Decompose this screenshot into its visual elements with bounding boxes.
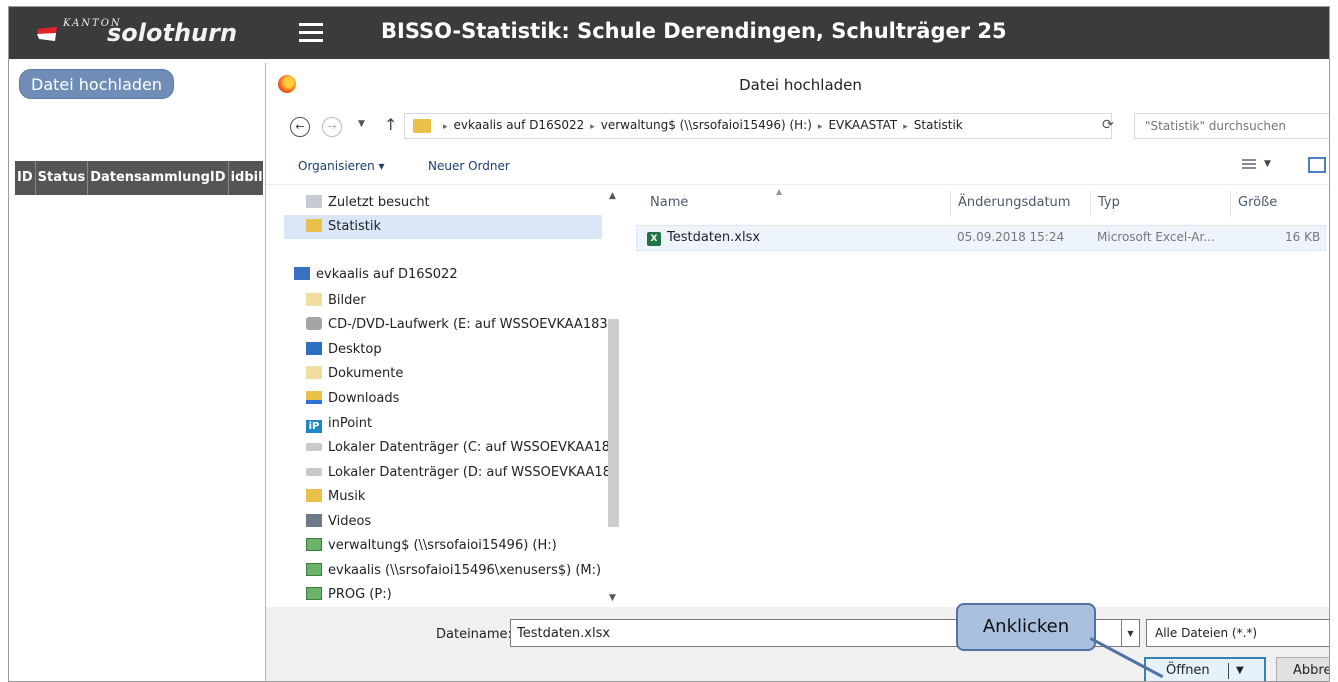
column-status[interactable]: Status xyxy=(36,161,89,195)
up-arrow-icon[interactable]: ↑ xyxy=(384,115,397,134)
recent-locations-icon[interactable]: ▼ xyxy=(358,119,365,129)
column-divider[interactable] xyxy=(950,191,951,217)
column-id[interactable]: ID xyxy=(15,161,36,195)
logo-name-text: solothurn xyxy=(107,19,238,47)
dialog-footer: Dateiname: ▼ Alle Dateien (*.*) Öffnen ▼… xyxy=(266,607,1329,681)
sort-indicator-icon: ▲ xyxy=(776,187,783,196)
music-icon xyxy=(306,489,322,502)
network-drive-icon xyxy=(306,563,322,576)
nav-item-network-m[interactable]: evkaalis (\\srsofaioi15496\xenusers$) (M… xyxy=(306,559,601,583)
file-list: ▲ Name Änderungsdatum Typ Größe X Testda… xyxy=(626,187,1329,607)
column-divider[interactable] xyxy=(1230,191,1231,217)
column-type[interactable]: Typ xyxy=(1098,195,1120,210)
filename-history-icon[interactable]: ▼ xyxy=(1122,619,1140,647)
app-header: KANTON solothurn BISSO-Statistik: Schule… xyxy=(9,7,1329,59)
nav-item-inpoint[interactable]: iP inPoint xyxy=(306,412,372,436)
folder-icon xyxy=(413,119,431,133)
data-table-header: IDStatusDatensammlungIDidbildu xyxy=(15,161,263,195)
computer-icon xyxy=(294,267,310,280)
column-date[interactable]: Änderungsdatum xyxy=(958,195,1070,210)
videos-icon xyxy=(306,514,322,527)
nav-item-statistik[interactable]: Statistik xyxy=(284,215,602,239)
downloads-icon xyxy=(306,391,322,404)
column-name[interactable]: Name xyxy=(650,195,688,210)
filename-label: Dateiname: xyxy=(436,627,512,642)
dialog-title: Datei hochladen xyxy=(739,76,862,94)
drive-icon xyxy=(306,468,322,476)
flag-icon xyxy=(37,27,57,41)
documents-icon xyxy=(306,366,322,379)
cd-drive-icon xyxy=(306,317,322,330)
dialog-titlebar[interactable]: Datei hochladen xyxy=(266,63,1329,107)
menu-icon[interactable] xyxy=(299,23,323,43)
nav-item-network-h[interactable]: verwaltung$ (\\srsofaioi15496) (H:) xyxy=(306,534,557,558)
open-options-icon[interactable]: ▼ xyxy=(1236,665,1244,676)
refresh-icon[interactable]: ⟳ xyxy=(1102,117,1114,133)
file-size: 16 KB xyxy=(1285,230,1321,244)
recent-places-icon xyxy=(306,195,322,208)
split-divider xyxy=(1228,663,1229,679)
nav-item-drive-c[interactable]: Lokaler Datenträger (C: auf WSSOEVKAA18 xyxy=(306,436,610,460)
folder-icon xyxy=(306,219,322,232)
preview-pane-icon[interactable] xyxy=(1308,157,1326,173)
breadcrumb-item[interactable]: Statistik xyxy=(914,118,963,132)
inpoint-icon: iP xyxy=(306,420,322,433)
address-bar[interactable]: ▸ evkaalis auf D16S022 ▸ verwaltung$ (\\srs… xyxy=(404,113,1112,139)
open-button[interactable]: Öffnen ▼ xyxy=(1144,657,1266,681)
nav-item-musik[interactable]: Musik xyxy=(306,485,365,509)
view-options-icon[interactable] xyxy=(1242,159,1256,171)
nav-item-cd-drive[interactable]: CD-/DVD-Laufwerk (E: auf WSSOEVKAA183 xyxy=(306,313,608,337)
file-row[interactable]: X Testdaten.xlsx 05.09.2018 15:24 Micros… xyxy=(636,225,1326,251)
search-box[interactable] xyxy=(1134,113,1329,139)
browser-frame: KANTON solothurn BISSO-Statistik: Schule… xyxy=(8,6,1330,682)
column-idbildung[interactable]: idbildu xyxy=(229,161,263,195)
nav-item-downloads[interactable]: Downloads xyxy=(306,387,399,411)
navigation-pane: Zuletzt besucht Statistik evkaalis auf D… xyxy=(266,187,626,607)
nav-item-videos[interactable]: Videos xyxy=(306,510,371,534)
column-divider[interactable] xyxy=(1090,191,1091,217)
drive-icon xyxy=(306,443,322,451)
file-date: 05.09.2018 15:24 xyxy=(957,230,1065,244)
nav-item-computer[interactable]: evkaalis auf D16S022 xyxy=(294,263,458,287)
breadcrumb-item[interactable]: evkaalis auf D16S022 xyxy=(454,118,585,132)
nav-scrollbar[interactable]: ▲ ▼ xyxy=(606,191,622,611)
chevron-down-icon[interactable]: ▼ xyxy=(1264,159,1271,169)
search-input[interactable] xyxy=(1135,114,1329,138)
file-name: Testdaten.xlsx xyxy=(667,230,761,245)
scroll-thumb[interactable] xyxy=(608,319,619,527)
page-title: BISSO-Statistik: Schule Derendingen, Sch… xyxy=(381,19,1007,43)
upload-file-button[interactable]: Datei hochladen xyxy=(19,69,175,99)
network-drive-icon xyxy=(306,538,322,551)
cancel-button[interactable]: Abbrechen xyxy=(1276,657,1329,681)
breadcrumb-item[interactable]: verwaltung$ (\\srsofaioi15496) (H:) xyxy=(601,118,812,132)
nav-item-desktop[interactable]: Desktop xyxy=(306,338,382,362)
excel-file-icon: X xyxy=(647,232,661,246)
scroll-down-icon[interactable]: ▼ xyxy=(609,593,616,603)
nav-item-bilder[interactable]: Bilder xyxy=(306,289,366,313)
desktop-icon xyxy=(306,342,322,355)
network-drive-icon xyxy=(306,587,322,600)
nav-item-drive-d[interactable]: Lokaler Datenträger (D: auf WSSOEVKAA18 xyxy=(306,461,611,485)
breadcrumb-item[interactable]: EVKAASTAT xyxy=(828,118,897,132)
pictures-icon xyxy=(306,293,322,306)
new-folder-button[interactable]: Neuer Ordner xyxy=(428,159,510,173)
command-bar: Organisieren ▾ Neuer Ordner ▼ xyxy=(266,147,1329,185)
column-datensammlungid[interactable]: DatensammlungID xyxy=(88,161,229,195)
file-upload-dialog: Datei hochladen ← → ▼ ↑ ▸ evkaalis auf D1… xyxy=(265,63,1329,681)
nav-item-dokumente[interactable]: Dokumente xyxy=(306,362,403,386)
organize-button[interactable]: Organisieren ▾ xyxy=(298,159,385,173)
file-type: Microsoft Excel-Ar... xyxy=(1097,230,1215,244)
scroll-up-icon[interactable]: ▲ xyxy=(609,191,616,201)
forward-icon[interactable]: → xyxy=(322,117,342,137)
breadcrumb: ▸ evkaalis auf D16S022 ▸ verwaltung$ (\\srs… xyxy=(443,118,963,132)
open-button-label: Öffnen xyxy=(1166,663,1210,678)
nav-item-recent[interactable]: Zuletzt besucht xyxy=(306,191,430,215)
column-size[interactable]: Größe xyxy=(1238,195,1277,210)
nav-item-network-p[interactable]: PROG (P:) xyxy=(306,583,392,607)
address-row: ← → ▼ ↑ ▸ evkaalis auf D16S022 ▸ verwaltung… xyxy=(266,107,1329,147)
filetype-select[interactable]: Alle Dateien (*.*) xyxy=(1146,619,1329,647)
back-icon[interactable]: ← xyxy=(290,117,310,137)
instruction-callout: Anklicken xyxy=(956,603,1096,651)
